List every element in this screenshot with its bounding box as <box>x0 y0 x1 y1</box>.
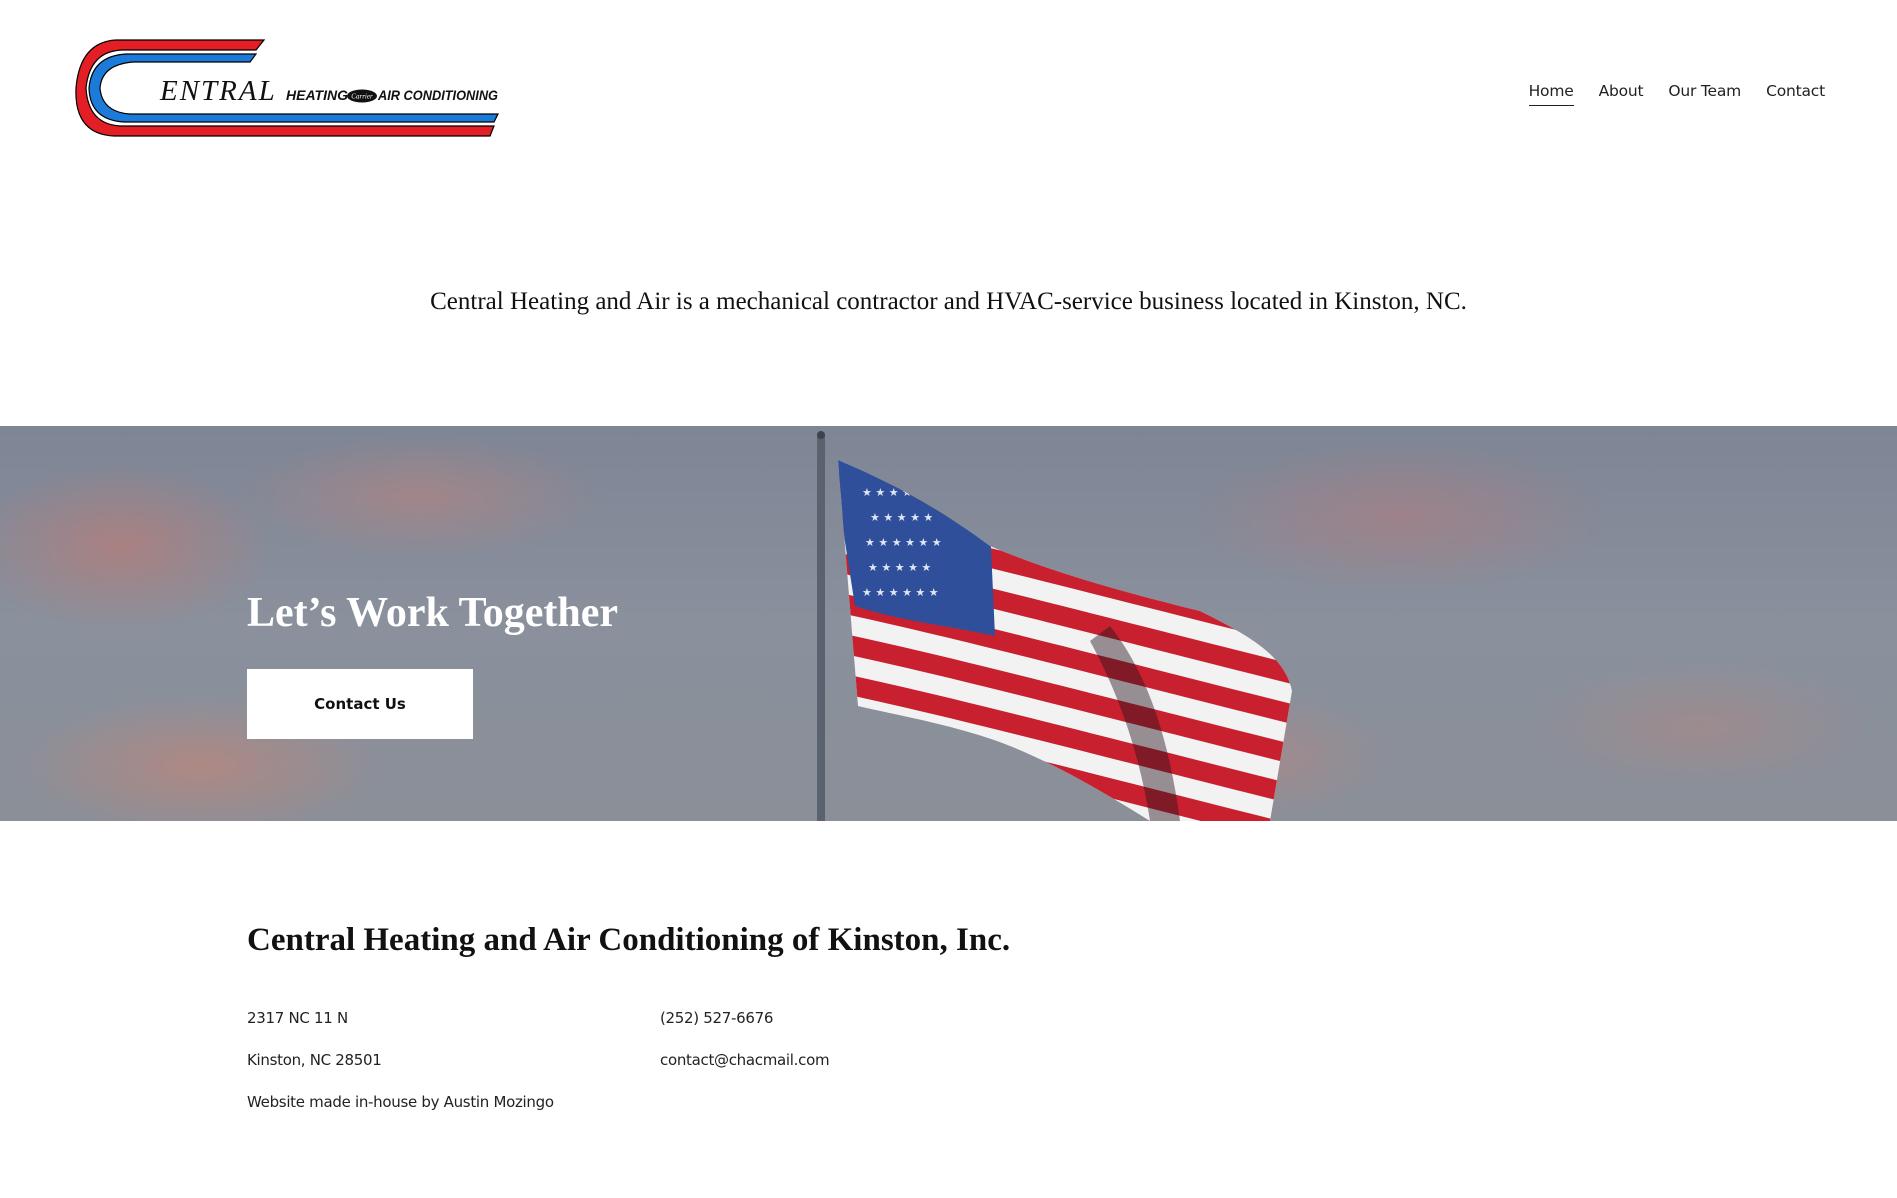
site-credit: Website made in-house by Austin Mozingo <box>247 1093 554 1111</box>
company-logo[interactable]: ENTRAL HEATING Carrier AIR CONDITIONING <box>74 38 500 148</box>
hero-title: Let’s Work Together <box>247 590 619 636</box>
site-header: ENTRAL HEATING Carrier AIR CONDITIONING … <box>0 0 1897 190</box>
nav-about[interactable]: About <box>1599 82 1644 106</box>
svg-text:★ ★ ★ ★ ★: ★ ★ ★ ★ ★ <box>868 561 931 574</box>
nav-home[interactable]: Home <box>1528 82 1574 106</box>
nav-our-team[interactable]: Our Team <box>1668 82 1741 106</box>
svg-text:★ ★ ★ ★ ★ ★: ★ ★ ★ ★ ★ ★ <box>862 586 939 599</box>
logo-heating: HEATING <box>286 87 348 103</box>
intro-text: Central Heating and Air is a mechanical … <box>430 288 1467 315</box>
main-nav: Home About Our Team Contact <box>1528 82 1825 106</box>
contact-us-button[interactable]: Contact Us <box>247 669 473 739</box>
address-line-1: 2317 NC 11 N <box>247 1009 348 1027</box>
email-link[interactable]: contact@chacmail.com <box>660 1051 830 1069</box>
company-name: Central Heating and Air Conditioning of … <box>247 922 1011 958</box>
logo-ac: AIR CONDITIONING <box>377 87 498 103</box>
flag-pole <box>817 436 825 821</box>
address-line-2: Kinston, NC 28501 <box>247 1051 382 1069</box>
svg-text:★ ★ ★ ★ ★ ★: ★ ★ ★ ★ ★ ★ <box>865 536 942 549</box>
logo-word: ENTRAL <box>159 75 277 107</box>
hero-banner: ★ ★ ★ ★ ★ ★ ★ ★ ★ ★ ★ ★ ★ ★ ★ ★ ★ ★ ★ ★ … <box>0 426 1897 821</box>
nav-contact[interactable]: Contact <box>1766 82 1825 106</box>
phone-link[interactable]: (252) 527-6676 <box>660 1009 773 1027</box>
logo-badge: Carrier <box>351 93 373 101</box>
svg-text:★ ★ ★ ★ ★: ★ ★ ★ ★ ★ <box>870 511 933 524</box>
svg-text:★ ★ ★ ★ ★: ★ ★ ★ ★ ★ <box>862 486 925 499</box>
